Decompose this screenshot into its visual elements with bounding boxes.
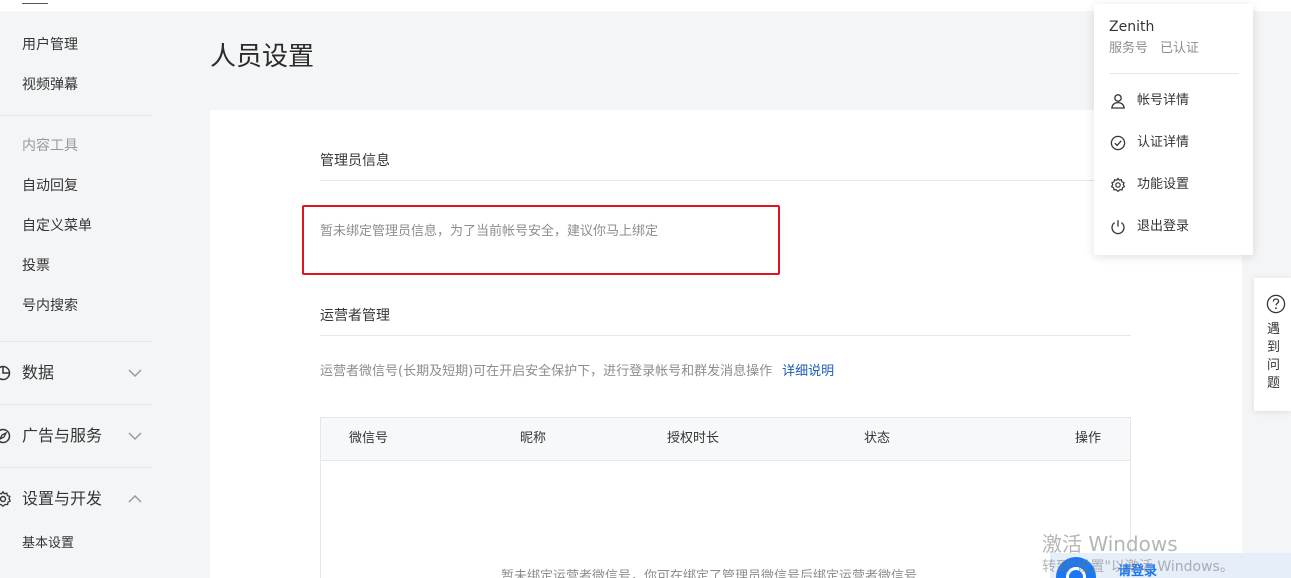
section-divider xyxy=(320,180,1131,181)
menu-item-logout[interactable]: 退出登录 xyxy=(1109,216,1239,238)
operator-description: 运营者微信号(长期及短期)可在开启安全保护下，进行登录帐号和群发消息操作 详细说明 xyxy=(320,362,834,382)
sidebar-section-settings-dev[interactable]: 设置与开发 xyxy=(0,486,153,512)
operator-section-title: 运营者管理 xyxy=(320,308,390,324)
account-type-label: 服务号 xyxy=(1109,41,1149,56)
compass-icon xyxy=(0,428,11,444)
column-header-action: 操作 xyxy=(1075,431,1102,446)
sidebar-truncated-item xyxy=(22,3,50,9)
check-circle-icon xyxy=(1110,135,1126,151)
help-float-button[interactable]: 遇到问题 xyxy=(1254,278,1291,411)
sidebar-item-user-management[interactable]: 用户管理 xyxy=(22,35,78,55)
account-type: 服务号 已认证 xyxy=(1109,40,1199,58)
gear-icon xyxy=(0,490,12,508)
user-icon xyxy=(1111,94,1125,109)
page-title: 人员设置 xyxy=(210,42,315,72)
sidebar-section-label: 数据 xyxy=(22,363,55,382)
menu-item-feature-settings[interactable]: 功能设置 xyxy=(1109,174,1239,196)
sidebar-item-custom-menu[interactable]: 自定义菜单 xyxy=(22,216,92,236)
chevron-down-icon xyxy=(128,369,142,378)
help-label: 遇到问题 xyxy=(1267,322,1281,391)
account-dropdown: Zenith 服务号 已认证 帐号详情 认证详情 功能设置 退出登录 xyxy=(1094,4,1253,255)
sidebar-item-basic-settings[interactable]: 基本设置 xyxy=(22,534,74,554)
column-header-status: 状态 xyxy=(864,431,891,446)
operator-description-text: 运营者微信号(长期及短期)可在开启安全保护下，进行登录帐号和群发消息操作 xyxy=(320,364,773,379)
power-icon xyxy=(1111,220,1125,235)
sidebar-section-label: 广告与服务 xyxy=(22,426,103,445)
verified-badge: 已认证 xyxy=(1160,41,1200,56)
chart-icon xyxy=(0,365,11,381)
menu-item-label: 帐号详情 xyxy=(1137,93,1190,108)
sidebar-section-label: 设置与开发 xyxy=(22,489,103,508)
admin-section-title: 管理员信息 xyxy=(320,153,390,169)
account-name: Zenith xyxy=(1109,19,1155,35)
table-header: 微信号 昵称 授权时长 状态 操作 xyxy=(321,418,1130,461)
operator-table: 微信号 昵称 授权时长 状态 操作 暂未绑定运营者微信号，你可在绑定了管理员微信… xyxy=(320,417,1131,578)
admin-notice: 暂未绑定管理员信息，为了当前帐号安全，建议你马上绑定 xyxy=(320,224,659,239)
sidebar-divider xyxy=(0,467,153,468)
menu-item-account-details[interactable]: 帐号详情 xyxy=(1109,90,1239,112)
column-header-nickname: 昵称 xyxy=(520,431,547,446)
dropdown-divider xyxy=(1109,73,1239,74)
menu-item-label: 退出登录 xyxy=(1137,219,1190,234)
sidebar-divider xyxy=(0,115,153,116)
menu-item-label: 功能设置 xyxy=(1137,177,1190,192)
sidebar-divider xyxy=(0,404,153,405)
sidebar-item-search[interactable]: 号内搜索 xyxy=(22,296,78,316)
section-divider xyxy=(320,335,1131,336)
chevron-up-icon xyxy=(128,494,142,503)
sidebar-item-auto-reply[interactable]: 自动回复 xyxy=(22,176,78,196)
sidebar-divider xyxy=(0,341,153,342)
question-icon xyxy=(1266,294,1286,314)
sidebar-group-content-tools: 内容工具 xyxy=(22,138,78,154)
column-header-auth-duration: 授权时长 xyxy=(667,431,720,446)
windows-watermark-subtitle: 转到"设置"以激活 Windows。 xyxy=(1042,559,1234,575)
sidebar-item-video-danmaku[interactable]: 视频弹幕 xyxy=(22,75,78,95)
sidebar-section-data[interactable]: 数据 xyxy=(0,360,153,386)
table-empty-text: 暂未绑定运营者微信号，你可在绑定了管理员微信号后绑定运营者微信号 xyxy=(501,569,918,578)
sidebar-item-vote[interactable]: 投票 xyxy=(22,256,50,276)
sidebar: 用户管理 视频弹幕 内容工具 自动回复 自定义菜单 投票 号内搜索 数据 广告与… xyxy=(0,3,170,578)
gear-icon xyxy=(1110,177,1126,193)
windows-watermark-title: 激活 Windows xyxy=(1042,532,1178,556)
column-header-wechat-id: 微信号 xyxy=(349,431,389,446)
menu-item-verification-details[interactable]: 认证详情 xyxy=(1109,132,1239,154)
sidebar-section-ads-services[interactable]: 广告与服务 xyxy=(0,423,153,449)
settings-card: 管理员信息 暂未绑定管理员信息，为了当前帐号安全，建议你马上绑定 运营者管理 运… xyxy=(210,110,1242,578)
chevron-down-icon xyxy=(128,432,142,441)
menu-item-label: 认证详情 xyxy=(1137,135,1190,150)
details-link[interactable]: 详细说明 xyxy=(782,364,834,379)
